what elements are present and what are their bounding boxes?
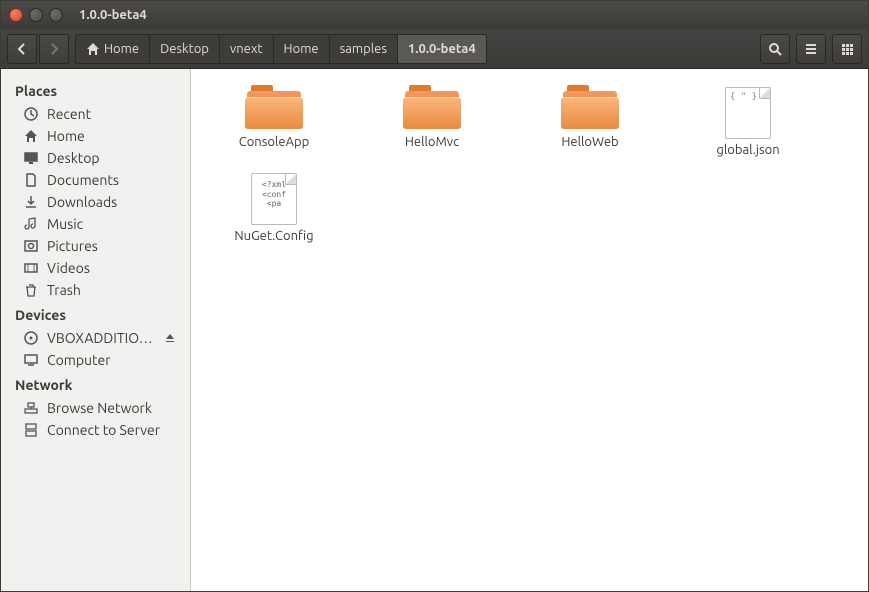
breadcrumb-home-label: Home xyxy=(104,42,139,56)
sidebar-item-label: Pictures xyxy=(47,238,98,254)
breadcrumb: Home Desktop vnext Home samples 1.0.0-beta4 xyxy=(75,34,487,64)
sidebar-item-vboxadditio-[interactable]: VBOXADDITIO… xyxy=(1,327,190,349)
computer-icon xyxy=(23,352,39,368)
sidebar-item-documents[interactable]: Documents xyxy=(1,169,190,191)
sidebar-item-pictures[interactable]: Pictures xyxy=(1,235,190,257)
folder-icon xyxy=(561,87,619,131)
toolbar: Home Desktop vnext Home samples 1.0.0-beta4 xyxy=(1,29,868,69)
sidebar-item-trash[interactable]: Trash xyxy=(1,279,190,301)
search-icon xyxy=(768,42,782,56)
sidebar-item-label: Music xyxy=(47,216,83,232)
breadcrumb-item[interactable]: vnext xyxy=(220,35,274,63)
file-label: ConsoleApp xyxy=(239,135,309,149)
file-label: HelloWeb xyxy=(561,135,618,149)
back-button[interactable] xyxy=(7,34,37,64)
eject-icon[interactable] xyxy=(164,332,176,344)
downloads-icon xyxy=(23,194,39,210)
sidebar-item-label: Connect to Server xyxy=(47,422,160,438)
sidebar-item-desktop[interactable]: Desktop xyxy=(1,147,190,169)
forward-button[interactable] xyxy=(39,34,69,64)
home-icon xyxy=(23,128,39,144)
sidebar-item-label: Downloads xyxy=(47,194,117,210)
sidebar-item-music[interactable]: Music xyxy=(1,213,190,235)
sidebar-heading: Network xyxy=(1,371,190,397)
server-icon xyxy=(23,422,39,438)
breadcrumb-label: Desktop xyxy=(160,42,209,56)
content-area[interactable]: ConsoleApp HelloMvc HelloWeb { " } global.js… xyxy=(191,69,868,591)
sidebar-item-downloads[interactable]: Downloads xyxy=(1,191,190,213)
sidebar-item-connect-to-server[interactable]: Connect to Server xyxy=(1,419,190,441)
sidebar-item-label: Desktop xyxy=(47,150,100,166)
sidebar-item-videos[interactable]: Videos xyxy=(1,257,190,279)
breadcrumb-item[interactable]: Desktop xyxy=(150,35,220,63)
sidebar-item-computer[interactable]: Computer xyxy=(1,349,190,371)
folder-icon xyxy=(245,87,303,131)
network-icon xyxy=(23,400,39,416)
view-list-button[interactable] xyxy=(796,34,826,64)
sidebar-item-label: Computer xyxy=(47,352,111,368)
breadcrumb-label: vnext xyxy=(230,42,263,56)
sidebar-item-label: Trash xyxy=(47,282,81,298)
sidebar-item-browse-network[interactable]: Browse Network xyxy=(1,397,190,419)
folder-icon xyxy=(403,87,461,131)
view-grid-button[interactable] xyxy=(832,34,862,64)
folder-helloweb[interactable]: HelloWeb xyxy=(515,81,665,163)
sidebar-item-label: Recent xyxy=(47,106,91,122)
maximize-window-button[interactable] xyxy=(49,8,63,22)
breadcrumb-home[interactable]: Home xyxy=(76,35,150,63)
trash-icon xyxy=(23,282,39,298)
file-label: HelloMvc xyxy=(405,135,459,149)
json-file-icon: { " } xyxy=(725,87,771,139)
videos-icon xyxy=(23,260,39,276)
body: Places Recent Home Desktop Documents Download… xyxy=(1,69,868,591)
file-label: NuGet.Config xyxy=(234,229,313,243)
list-icon xyxy=(804,42,818,56)
breadcrumb-item[interactable]: samples xyxy=(330,35,398,63)
breadcrumb-label: 1.0.0-beta4 xyxy=(408,42,476,56)
minimize-window-button[interactable] xyxy=(29,8,43,22)
sidebar-item-label: Videos xyxy=(47,260,90,276)
breadcrumb-item[interactable]: 1.0.0-beta4 xyxy=(398,35,486,63)
folder-consoleapp[interactable]: ConsoleApp xyxy=(199,81,349,163)
desktop-icon xyxy=(23,150,39,166)
sidebar-item-label: Browse Network xyxy=(47,400,152,416)
file-nuget-config[interactable]: <?xml <conf <pa NuGet.Config xyxy=(199,167,349,249)
sidebar-item-label: Documents xyxy=(47,172,119,188)
grid-icon xyxy=(840,42,854,56)
sidebar-item-label: Home xyxy=(47,128,85,144)
file-manager-window: 1.0.0-beta4 Home Desktop vnext Home samples… xyxy=(0,0,869,592)
documents-icon xyxy=(23,172,39,188)
search-button[interactable] xyxy=(760,34,790,64)
file-global-json[interactable]: { " } global.json xyxy=(673,81,823,163)
breadcrumb-label: Home xyxy=(284,42,319,56)
chevron-left-icon xyxy=(17,43,27,55)
music-icon xyxy=(23,216,39,232)
titlebar: 1.0.0-beta4 xyxy=(1,1,868,29)
sidebar-item-home[interactable]: Home xyxy=(1,125,190,147)
sidebar-item-recent[interactable]: Recent xyxy=(1,103,190,125)
breadcrumb-label: samples xyxy=(340,42,387,56)
home-icon xyxy=(86,42,100,56)
chevron-right-icon xyxy=(49,43,59,55)
disc-icon xyxy=(23,330,39,346)
window-title: 1.0.0-beta4 xyxy=(79,8,147,22)
sidebar-heading: Places xyxy=(1,77,190,103)
xml-file-icon: <?xml <conf <pa xyxy=(251,173,297,225)
sidebar-heading: Devices xyxy=(1,301,190,327)
folder-hellomvc[interactable]: HelloMvc xyxy=(357,81,507,163)
breadcrumb-item[interactable]: Home xyxy=(274,35,330,63)
sidebar-item-label: VBOXADDITIO… xyxy=(47,330,153,346)
pictures-icon xyxy=(23,238,39,254)
close-window-button[interactable] xyxy=(9,8,23,22)
sidebar: Places Recent Home Desktop Documents Download… xyxy=(1,69,191,591)
file-label: global.json xyxy=(716,143,779,157)
recent-icon xyxy=(23,106,39,122)
